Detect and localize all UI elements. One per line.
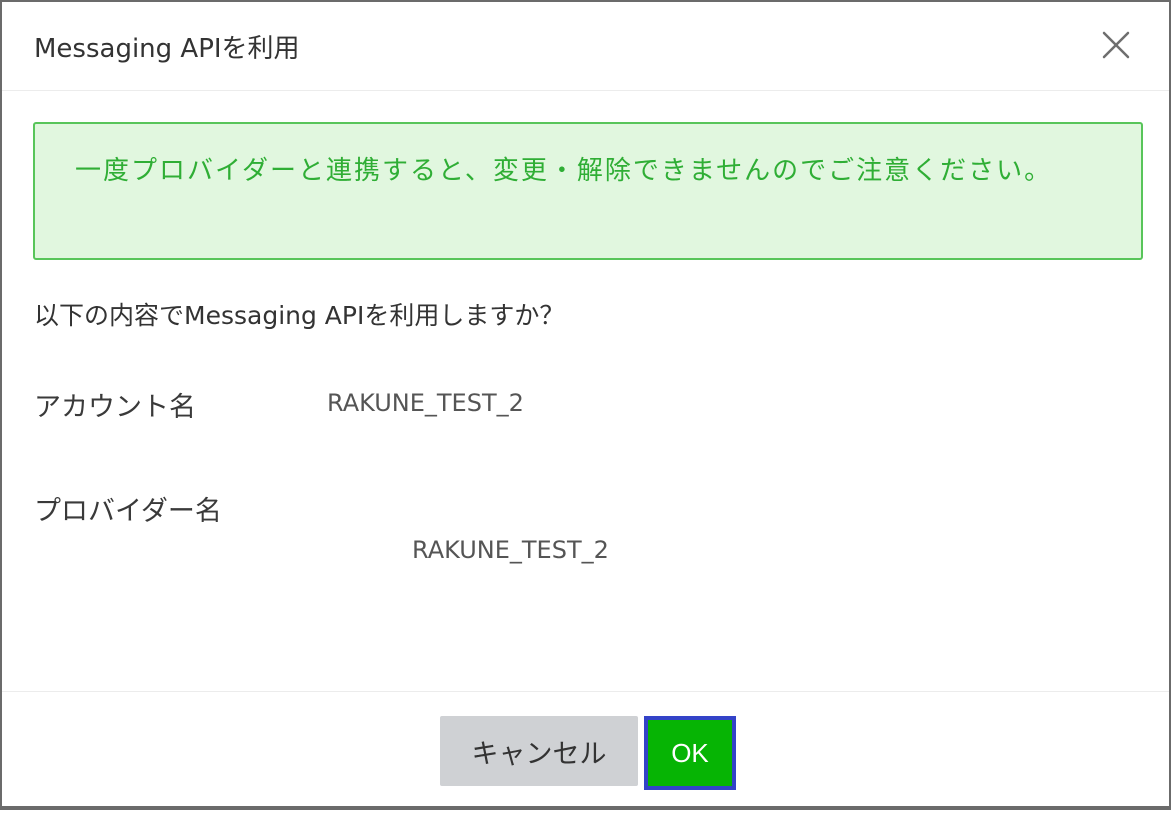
- ok-button[interactable]: OK: [644, 716, 736, 790]
- dialog-footer: キャンセル OK: [2, 691, 1169, 809]
- provider-name-value: RAKUNE_TEST_2: [412, 536, 609, 564]
- dialog-title: Messaging APIを利用: [34, 34, 300, 64]
- dialog-header: Messaging APIを利用: [2, 2, 1169, 91]
- provider-name-label: プロバイダー名: [34, 496, 222, 527]
- close-button[interactable]: [1099, 28, 1133, 62]
- confirmation-question: 以下の内容でMessaging APIを利用しますか？: [34, 301, 565, 330]
- account-name-value: RAKUNE_TEST_2: [327, 389, 524, 417]
- close-icon: [1102, 31, 1130, 59]
- warning-alert: 一度プロバイダーと連携すると、変更・解除できませんのでご注意ください。: [33, 122, 1143, 260]
- messaging-api-dialog: Messaging APIを利用 一度プロバイダーと連携すると、変更・解除できま…: [0, 0, 1171, 810]
- account-name-label: アカウント名: [34, 392, 196, 423]
- warning-message: 一度プロバイダーと連携すると、変更・解除できませんのでご注意ください。: [75, 156, 1053, 186]
- cancel-button[interactable]: キャンセル: [440, 716, 638, 786]
